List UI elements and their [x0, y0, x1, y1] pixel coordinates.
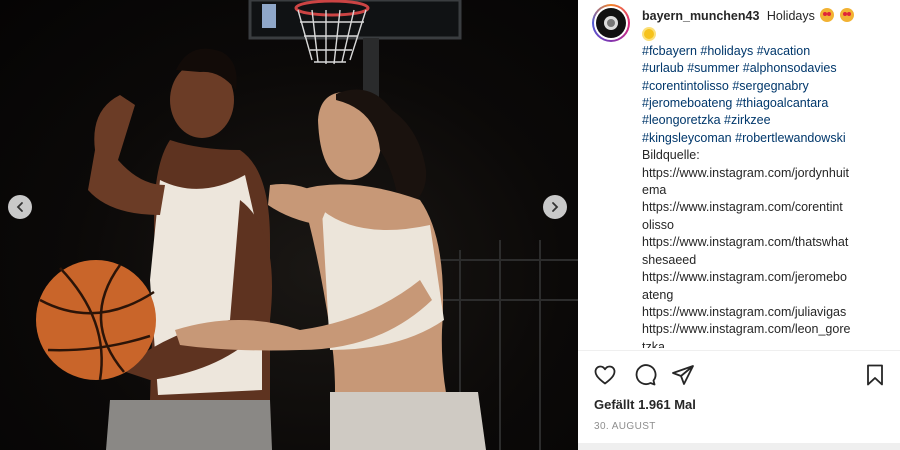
source-line: https://www.instagram.com/jordynhuit	[642, 165, 850, 180]
bookmark-icon	[867, 364, 883, 386]
post-photo[interactable]	[0, 0, 578, 450]
divider	[578, 350, 900, 351]
post-caption: bayern_munchen43 Holidays #fcbayern #hol…	[642, 8, 882, 348]
source-label: Bildquelle:	[642, 148, 700, 163]
hashtag-link[interactable]: #kingsleycoman	[642, 131, 732, 145]
source-line: tzka	[642, 339, 665, 348]
source-line: shesaeed	[642, 252, 697, 267]
hashtag-link[interactable]: #leongoretzka	[642, 113, 721, 127]
source-line: https://www.instagram.com/juliavigas	[642, 304, 847, 319]
username-link[interactable]: bayern_munchen43	[642, 9, 759, 23]
backboard	[248, 0, 462, 40]
backboard-logo	[262, 4, 276, 28]
paper-plane-icon	[672, 365, 694, 385]
source-line: https://www.instagram.com/jeromebo	[642, 270, 847, 285]
hashtag-link[interactable]: #zirkzee	[724, 113, 771, 127]
caption-text: Holidays	[766, 9, 815, 23]
hashtag-link[interactable]: #jeromeboateng	[642, 96, 732, 110]
hashtag-link[interactable]: #sergegnabry	[732, 79, 808, 93]
share-button[interactable]	[670, 362, 696, 388]
source-line: https://www.instagram.com/leon_gore	[642, 322, 851, 337]
hashtag-link[interactable]: #thiagoalcantara	[736, 96, 828, 110]
photo-illustration	[36, 0, 578, 450]
save-button[interactable]	[862, 362, 888, 388]
heart-eyes-emoji-icon	[839, 8, 854, 22]
hashtag-link[interactable]: #urlaub	[642, 61, 684, 75]
club-logo-icon	[604, 16, 618, 30]
hashtag-link[interactable]: #holidays	[700, 44, 753, 58]
basketball	[36, 260, 156, 381]
source-line: https://www.instagram.com/thatswhat	[642, 235, 849, 250]
hashtag-link[interactable]: #summer	[687, 61, 739, 75]
hashtag-link[interactable]: #fcbayern	[642, 44, 697, 58]
source-line: https://www.instagram.com/corentint	[642, 200, 843, 215]
post-date[interactable]: 30. AUGUST	[594, 421, 656, 432]
comment-bar-edge	[578, 443, 900, 450]
comment-button[interactable]	[632, 362, 658, 388]
chevron-left-icon	[16, 202, 23, 212]
post-actions	[592, 362, 888, 390]
like-button[interactable]	[592, 362, 618, 388]
carousel-next-button[interactable]	[543, 195, 567, 219]
man-figure	[88, 48, 272, 450]
comment-icon	[635, 364, 657, 386]
heart-icon	[594, 365, 616, 385]
hashtag-link[interactable]: #corentintolisso	[642, 79, 729, 93]
hashtag-link[interactable]: #alphonsodavies	[743, 61, 837, 75]
chevron-right-icon	[552, 202, 559, 212]
source-line: ema	[642, 183, 667, 198]
source-line: ateng	[642, 287, 674, 302]
profile-picture	[596, 8, 626, 38]
heart-eyes-emoji-icon	[820, 8, 835, 22]
sun-emoji-icon	[644, 29, 654, 40]
carousel-prev-button[interactable]	[8, 195, 32, 219]
hashtag-link[interactable]: #robertlewandowski	[735, 131, 845, 145]
source-line: olisso	[642, 217, 674, 232]
like-count[interactable]: Gefällt 1.961 Mal	[594, 397, 696, 412]
post-side-panel: bayern_munchen43 Holidays #fcbayern #hol…	[578, 0, 900, 450]
avatar[interactable]	[592, 4, 630, 42]
hashtag-link[interactable]: #vacation	[757, 44, 811, 58]
